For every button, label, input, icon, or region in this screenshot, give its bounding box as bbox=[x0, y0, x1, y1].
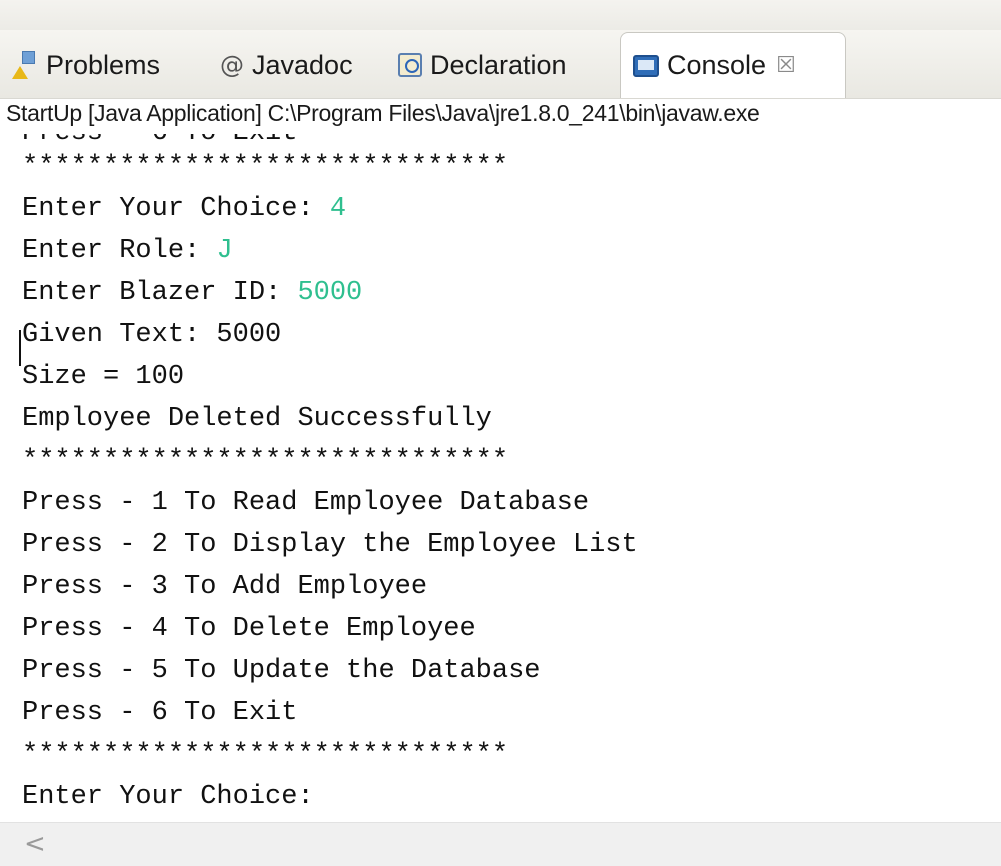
console-prompt: Enter Your Choice: bbox=[22, 782, 314, 812]
console-line: Size = 100 bbox=[22, 356, 184, 398]
console-line: Given Text: 5000 bbox=[22, 314, 281, 356]
tab-console-label: Console bbox=[667, 50, 767, 80]
close-icon[interactable]: ☒ bbox=[776, 53, 796, 78]
menu-line: Press - 1 To Read Employee Database bbox=[22, 488, 590, 518]
console-process-title: StartUp [Java Application] C:\Program Fi… bbox=[6, 100, 760, 126]
horizontal-scrollbar[interactable]: < bbox=[0, 822, 1001, 866]
console-separator: ****************************** bbox=[22, 152, 509, 182]
problems-icon bbox=[10, 51, 38, 79]
declaration-icon bbox=[398, 53, 422, 77]
tab-declaration[interactable]: Declaration bbox=[398, 44, 567, 86]
console-line: Enter Role: J bbox=[22, 230, 233, 272]
window-top-band bbox=[0, 0, 1001, 30]
menu-line: Press - 2 To Display the Employee List bbox=[22, 530, 638, 560]
console-user-input: 5000 bbox=[297, 278, 363, 308]
console-user-input: 4 bbox=[329, 194, 347, 224]
console-label: Enter Role: bbox=[22, 236, 217, 266]
menu-line: Press - 5 To Update the Database bbox=[22, 656, 541, 686]
tab-javadoc-label: Javadoc bbox=[252, 49, 353, 80]
menu-line: Press - 3 To Add Employee bbox=[22, 572, 428, 602]
console-line: Enter Blazer ID: 5000 bbox=[22, 272, 362, 314]
console-icon bbox=[633, 54, 659, 77]
menu-line: Press - 4 To Delete Employee bbox=[22, 614, 476, 644]
console-line: Employee Deleted Successfully bbox=[22, 398, 492, 440]
console-separator: ****************************** bbox=[22, 446, 509, 476]
console-label: Enter Your Choice: bbox=[22, 194, 330, 224]
console-label: Size = 100 bbox=[22, 362, 185, 392]
tab-javadoc[interactable]: @ Javadoc bbox=[220, 44, 353, 86]
console-label: Employee Deleted Successfully bbox=[22, 404, 492, 434]
tab-declaration-label: Declaration bbox=[430, 49, 567, 80]
tab-problems-label: Problems bbox=[46, 49, 161, 80]
console-label: Given Text: 5000 bbox=[22, 320, 282, 350]
tab-problems[interactable]: Problems bbox=[10, 44, 160, 86]
tab-console[interactable]: Console ☒ bbox=[620, 32, 846, 98]
view-tab-bar: Problems @ Javadoc Declaration Console ☒ bbox=[0, 30, 1001, 99]
console-separator: ****************************** bbox=[22, 740, 509, 770]
text-caret bbox=[19, 330, 21, 366]
console-line: Enter Your Choice: 4 bbox=[22, 188, 346, 230]
console-user-input: J bbox=[216, 236, 233, 266]
console-label: Enter Blazer ID: bbox=[22, 278, 298, 308]
console-output[interactable]: Press - 6 To Exit **********************… bbox=[0, 134, 1001, 822]
at-sign-icon: @ bbox=[220, 51, 244, 79]
scroll-left-icon[interactable]: < bbox=[24, 829, 46, 859]
menu-line: Press - 6 To Exit bbox=[22, 698, 298, 728]
